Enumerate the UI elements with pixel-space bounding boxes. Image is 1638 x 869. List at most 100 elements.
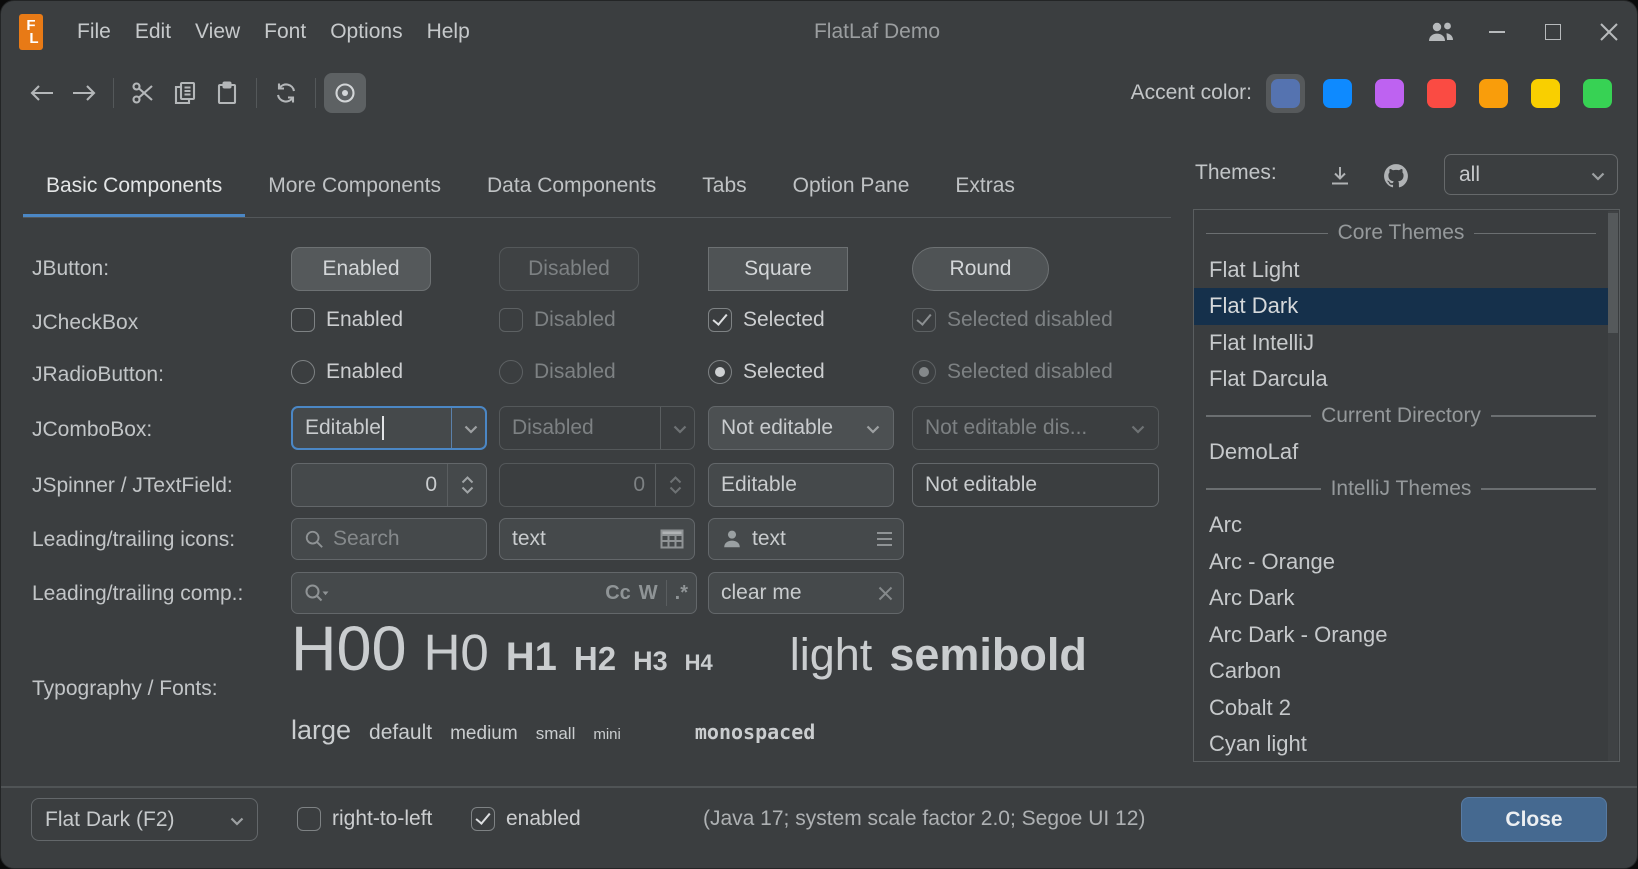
accent-swatch-yellow[interactable] bbox=[1526, 74, 1565, 113]
menu-item-file[interactable]: File bbox=[65, 14, 123, 50]
menu-item-font[interactable]: Font bbox=[252, 14, 318, 50]
section-line bbox=[1481, 488, 1596, 490]
radio-enabled[interactable]: Enabled bbox=[291, 360, 403, 384]
github-button[interactable] bbox=[1379, 159, 1413, 193]
theme-item-cyan-light[interactable]: Cyan light bbox=[1194, 726, 1608, 762]
spinner-value[interactable]: 0 bbox=[292, 473, 447, 497]
accent-swatch-red[interactable] bbox=[1422, 74, 1461, 113]
textfield-trailing-table[interactable]: text bbox=[499, 518, 695, 560]
clearable-textfield[interactable]: clear me bbox=[708, 572, 904, 614]
typo-sizes: largedefaultmediumsmallmini bbox=[291, 715, 621, 746]
tab-basic-components[interactable]: Basic Components bbox=[23, 153, 245, 218]
cell: clear me bbox=[708, 572, 904, 614]
chevron-down-icon bbox=[464, 416, 478, 440]
theme-item-arc-dark-orange[interactable]: Arc Dark - Orange bbox=[1194, 617, 1608, 654]
show-details-toggle-icon bbox=[333, 81, 357, 105]
accent-swatch-color bbox=[1375, 79, 1404, 108]
theme-item-cobalt-2[interactable]: Cobalt 2 bbox=[1194, 690, 1608, 727]
radio-circle bbox=[912, 360, 936, 384]
refresh-button[interactable] bbox=[265, 73, 307, 113]
spinner[interactable]: 0 bbox=[291, 463, 487, 507]
round-button[interactable]: Round bbox=[912, 247, 1049, 291]
theme-item-flat-light[interactable]: Flat Light bbox=[1194, 252, 1608, 289]
typo-heading-h3: H3 bbox=[633, 646, 668, 677]
paste-button[interactable] bbox=[206, 73, 248, 113]
checkbox-selected[interactable]: Selected bbox=[708, 308, 825, 332]
menu-item-view[interactable]: View bbox=[183, 14, 252, 50]
chevron-down-icon bbox=[230, 808, 244, 832]
download-button[interactable] bbox=[1323, 159, 1357, 193]
tab-more-components[interactable]: More Components bbox=[245, 153, 464, 218]
textfield-editable[interactable]: Editable bbox=[708, 463, 894, 507]
spinner-value: 0 bbox=[500, 473, 655, 497]
menu-item-help[interactable]: Help bbox=[415, 14, 482, 50]
textfield-not-editable[interactable]: Not editable bbox=[912, 463, 1159, 507]
back-button[interactable] bbox=[21, 73, 63, 113]
cell: Disabled bbox=[499, 247, 639, 291]
cut-button[interactable] bbox=[122, 73, 164, 113]
whole-word-button[interactable]: W bbox=[639, 582, 658, 605]
list-icon[interactable] bbox=[869, 529, 893, 549]
accent-swatch-purple[interactable] bbox=[1370, 74, 1409, 113]
right-to-left-checkbox[interactable]: right-to-left bbox=[297, 807, 432, 831]
match-case-button[interactable]: Cc bbox=[605, 582, 631, 605]
theme-item-arc[interactable]: Arc bbox=[1194, 507, 1608, 544]
row-label-jcombobox: JComboBox: bbox=[32, 418, 152, 442]
copy-button[interactable] bbox=[164, 73, 206, 113]
combobox-arrow-button[interactable] bbox=[444, 408, 485, 448]
accent-swatch-default-blue[interactable] bbox=[1266, 74, 1305, 113]
cell: 0 bbox=[499, 463, 695, 507]
close-button[interactable] bbox=[1581, 1, 1637, 63]
enabled-button[interactable]: Enabled bbox=[291, 247, 431, 291]
accent-swatch-blue[interactable] bbox=[1318, 74, 1357, 113]
checkbox-enabled[interactable]: Enabled bbox=[291, 308, 403, 332]
forward-button[interactable] bbox=[63, 73, 105, 113]
show-details-toggle[interactable] bbox=[324, 73, 366, 113]
accent-swatch-color bbox=[1479, 79, 1508, 108]
scrollbar-thumb[interactable] bbox=[1608, 213, 1618, 333]
spinner-buttons[interactable] bbox=[448, 464, 486, 506]
search-dropdown-icon[interactable] bbox=[304, 583, 330, 603]
tab-option-pane[interactable]: Option Pane bbox=[770, 153, 933, 218]
accent-swatch-green[interactable] bbox=[1578, 74, 1617, 113]
row-label-jspinner: JSpinner / JTextField: bbox=[32, 474, 233, 498]
square-button[interactable]: Square bbox=[708, 247, 848, 291]
cell: Disabled bbox=[499, 308, 616, 332]
spinner-buttons bbox=[656, 464, 694, 506]
cell: Selected disabled bbox=[912, 360, 1113, 384]
search-field-with-buttons[interactable]: Cc W .* bbox=[291, 572, 697, 614]
combobox-editable[interactable]: Editable bbox=[291, 406, 487, 450]
tab-extras[interactable]: Extras bbox=[932, 153, 1038, 218]
radio-selected[interactable]: Selected bbox=[708, 360, 825, 384]
tab-data-components[interactable]: Data Components bbox=[464, 153, 679, 218]
themes-filter-combobox[interactable]: all bbox=[1444, 154, 1618, 195]
table-icon[interactable] bbox=[660, 529, 684, 549]
toolbar-separator bbox=[113, 78, 114, 108]
combobox-not-editable[interactable]: Not editable bbox=[708, 406, 894, 450]
theme-item-arc-dark[interactable]: Arc Dark bbox=[1194, 580, 1608, 617]
theme-item-flat-dark[interactable]: Flat Dark bbox=[1194, 288, 1608, 325]
theme-item-flat-darcula[interactable]: Flat Darcula bbox=[1194, 361, 1608, 398]
minimize-button[interactable] bbox=[1469, 1, 1525, 63]
theme-item-arc-orange[interactable]: Arc - Orange bbox=[1194, 544, 1608, 581]
maximize-button[interactable] bbox=[1525, 1, 1581, 63]
accent-swatch-orange[interactable] bbox=[1474, 74, 1513, 113]
accent-swatch-color bbox=[1583, 79, 1612, 108]
regex-button[interactable]: .* bbox=[675, 582, 688, 605]
menu-item-edit[interactable]: Edit bbox=[123, 14, 183, 50]
enabled-checkbox[interactable]: enabled bbox=[471, 807, 581, 831]
tab-tabs[interactable]: Tabs bbox=[679, 153, 769, 218]
menu-item-options[interactable]: Options bbox=[318, 14, 414, 50]
search-field[interactable]: Search bbox=[291, 518, 487, 560]
theme-item-demolaf[interactable]: DemoLaf bbox=[1194, 434, 1608, 471]
combobox-arrow-button[interactable] bbox=[852, 407, 893, 449]
theme-item-carbon[interactable]: Carbon bbox=[1194, 653, 1608, 690]
close-dialog-button[interactable]: Close bbox=[1461, 797, 1607, 842]
laf-selector-combobox[interactable]: Flat Dark (F2) bbox=[31, 798, 258, 841]
cell: Not editable bbox=[708, 406, 894, 450]
textfield-leading-person[interactable]: text bbox=[708, 518, 904, 560]
users-icon[interactable] bbox=[1413, 1, 1469, 63]
typo-weight-semibold: semibold bbox=[889, 629, 1087, 681]
clear-icon[interactable] bbox=[878, 586, 893, 601]
theme-item-flat-intellij[interactable]: Flat IntelliJ bbox=[1194, 325, 1608, 362]
